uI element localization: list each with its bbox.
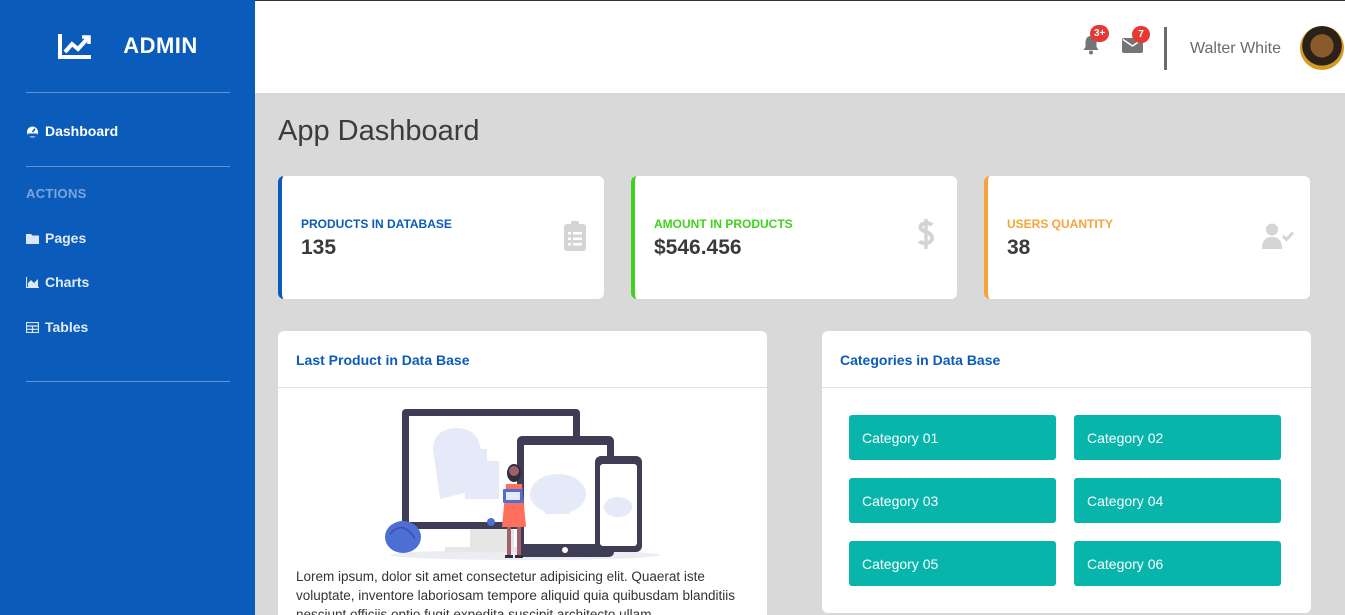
category-button[interactable]: Category 06	[1074, 541, 1281, 586]
user-check-icon	[1262, 223, 1295, 254]
stat-card-amount: AMOUNT IN PRODUCTS $546.456	[631, 176, 957, 299]
topbar: 3+ 7 Walter White	[255, 0, 1345, 93]
stat-value: $546.456	[654, 236, 742, 259]
tachometer-icon	[26, 125, 39, 138]
category-button[interactable]: Category 01	[849, 415, 1056, 460]
category-button[interactable]: Category 04	[1074, 478, 1281, 523]
user-name[interactable]: Walter White	[1190, 40, 1281, 58]
product-illustration	[385, 409, 660, 569]
sidebar-item-pages[interactable]: Pages	[26, 230, 86, 246]
sidebar-heading-actions: ACTIONS	[26, 186, 87, 201]
topbar-divider	[1164, 27, 1167, 70]
clipboard-list-icon	[564, 221, 586, 256]
page-title: App Dashboard	[278, 115, 480, 147]
stat-label: USERS QUANTITY	[1007, 217, 1114, 231]
table-icon	[26, 321, 39, 334]
category-button[interactable]: Category 03	[849, 478, 1056, 523]
alerts-button[interactable]: 3+	[1082, 25, 1110, 60]
messages-button[interactable]: 7	[1122, 26, 1150, 58]
category-button[interactable]: Category 02	[1074, 415, 1281, 460]
brand[interactable]: ADMIN	[0, 0, 255, 92]
folder-icon	[26, 232, 39, 245]
bell-icon	[1082, 36, 1100, 59]
brand-title: ADMIN	[123, 33, 198, 58]
avatar[interactable]	[1300, 26, 1344, 70]
sidebar-divider	[26, 381, 230, 382]
messages-count-badge: 7	[1132, 26, 1150, 43]
sidebar-item-charts[interactable]: Charts	[26, 274, 89, 290]
last-product-panel: Last Product in Data Base Lorem ipsum, d…	[278, 331, 767, 615]
sidebar-divider	[26, 166, 230, 167]
sidebar-item-tables[interactable]: Tables	[26, 319, 88, 335]
stat-card-users: USERS QUANTITY 38	[984, 176, 1310, 299]
sidebar-item-label: Dashboard	[45, 123, 119, 139]
sidebar-divider	[26, 92, 230, 93]
dollar-icon	[917, 216, 935, 257]
category-button[interactable]: Category 05	[849, 541, 1056, 586]
panel-title: Last Product in Data Base	[278, 331, 767, 388]
stat-value: 135	[301, 236, 337, 259]
stat-label: AMOUNT IN PRODUCTS	[654, 217, 793, 231]
panel-title: Categories in Data Base	[822, 331, 1311, 388]
chart-line-icon	[57, 32, 93, 60]
product-description: Lorem ipsum, dolor sit amet consectetur …	[296, 569, 736, 615]
sidebar-item-dashboard[interactable]: Dashboard	[26, 123, 118, 139]
stat-card-products: PRODUCTS IN DATABASE 135	[278, 176, 604, 299]
sidebar-item-label: Tables	[45, 319, 89, 335]
chart-area-icon	[26, 276, 39, 289]
sidebar-item-label: Pages	[45, 230, 87, 246]
categories-panel: Categories in Data Base Category 01 Cate…	[822, 331, 1311, 613]
sidebar-item-label: Charts	[45, 274, 90, 290]
stat-label: PRODUCTS IN DATABASE	[301, 217, 452, 231]
sidebar: ADMIN Dashboard ACTIONS Pages Charts Tab…	[0, 0, 255, 615]
alerts-count-badge: 3+	[1090, 25, 1110, 42]
stat-value: 38	[1007, 236, 1031, 259]
